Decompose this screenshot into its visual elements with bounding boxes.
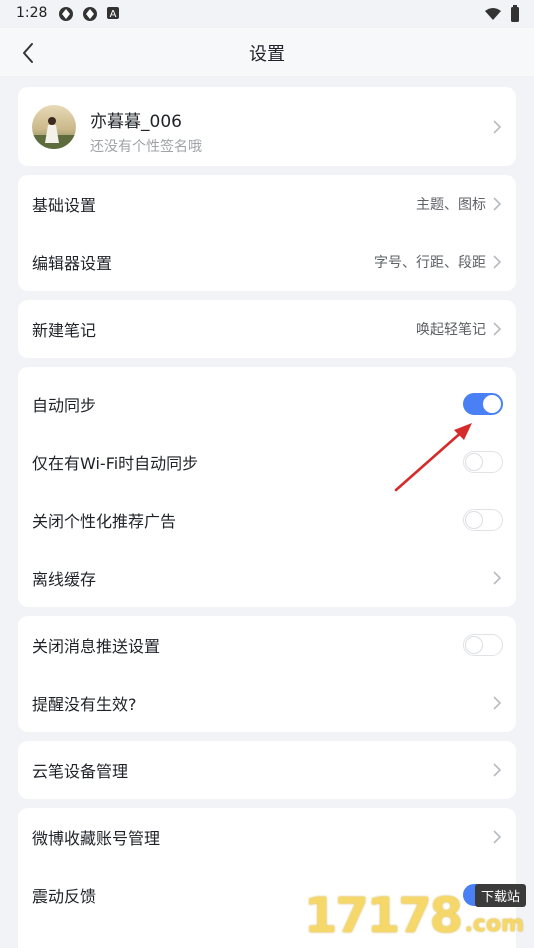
row-label: 震动反馈	[32, 887, 97, 906]
row-value: 字号、行距、段距	[374, 255, 486, 271]
status-time: 1:28	[16, 5, 48, 21]
pen-card: 云笔设备管理	[18, 741, 516, 799]
row-disable-push: 关闭消息推送设置	[18, 616, 516, 674]
sync-card: 自动同步 仅在有Wi-Fi时自动同步 关闭个性化推荐广告 离线缓存	[18, 367, 516, 607]
chevron-right-icon	[493, 197, 502, 211]
row-label: 关闭个性化推荐广告	[32, 512, 177, 531]
row-label: 离线缓存	[32, 570, 97, 589]
chevron-right-icon	[493, 696, 502, 710]
profile-signature: 还没有个性签名哦	[90, 139, 202, 155]
chevron-right-icon	[493, 763, 502, 777]
row-label: 基础设置	[32, 196, 97, 215]
row-new-note[interactable]: 新建笔记 唤起轻笔记	[18, 300, 516, 358]
toggle-knob	[483, 395, 501, 413]
misc-card: 微博收藏账号管理 震动反馈	[18, 808, 516, 948]
svg-text:A: A	[110, 9, 117, 20]
row-label: 编辑器设置	[32, 254, 113, 273]
profile-card[interactable]: 亦暮暮_006 还没有个性签名哦	[18, 87, 516, 166]
wifi-only-sync-toggle[interactable]	[463, 451, 503, 473]
wifi-icon	[485, 8, 501, 20]
auto-sync-toggle[interactable]	[463, 393, 503, 415]
profile-name: 亦暮暮_006	[90, 112, 182, 132]
row-label: 新建笔记	[32, 321, 97, 340]
row-label: 微博收藏账号管理	[32, 829, 161, 848]
row-disable-personalized-ads: 关闭个性化推荐广告	[18, 491, 516, 549]
row-label: 提醒没有生效?	[32, 695, 137, 714]
avatar	[32, 105, 76, 149]
chevron-right-icon	[493, 830, 502, 844]
basic-settings-card: 基础设置 主题、图标 编辑器设置 字号、行距、段距	[18, 175, 516, 291]
chevron-right-icon	[493, 322, 502, 336]
battery-icon	[511, 5, 519, 22]
row-basic-settings[interactable]: 基础设置 主题、图标	[18, 175, 516, 233]
chevron-right-icon	[493, 571, 502, 585]
row-editor-settings[interactable]: 编辑器设置 字号、行距、段距	[18, 233, 516, 291]
row-value: 主题、图标	[416, 197, 486, 213]
row-label: 仅在有Wi-Fi时自动同步	[32, 454, 199, 473]
status-icons-left: A	[58, 6, 120, 22]
chevron-right-icon	[493, 119, 502, 134]
status-bar: 1:28 A	[0, 0, 534, 28]
app-icon-2	[83, 7, 97, 21]
toggle-knob	[465, 511, 483, 529]
row-offline-cache[interactable]: 离线缓存	[18, 549, 516, 607]
avatar-image	[32, 105, 76, 149]
row-label: 关闭消息推送设置	[32, 637, 161, 656]
row-wifi-only-sync: 仅在有Wi-Fi时自动同步	[18, 433, 516, 491]
status-icons-right	[484, 5, 520, 23]
disable-push-toggle[interactable]	[463, 634, 503, 656]
row-pen-device-management[interactable]: 云笔设备管理	[18, 741, 516, 799]
toggle-knob	[483, 886, 501, 904]
row-reminder-not-working[interactable]: 提醒没有生效?	[18, 674, 516, 732]
chevron-right-icon	[493, 255, 502, 269]
notification-a-icon: A	[107, 7, 119, 20]
row-label: 自动同步	[32, 396, 97, 415]
page-title: 设置	[249, 44, 285, 65]
app-icon-1	[59, 7, 73, 21]
toggle-knob	[465, 636, 483, 654]
toggle-knob	[465, 453, 483, 471]
vibration-feedback-toggle[interactable]	[463, 884, 503, 906]
row-auto-sync: 自动同步	[18, 375, 516, 433]
row-label: 云笔设备管理	[32, 762, 129, 781]
row-weibo-account-management[interactable]: 微博收藏账号管理	[18, 808, 516, 866]
row-vibration-feedback: 震动反馈	[18, 866, 516, 924]
row-value: 唤起轻笔记	[416, 322, 486, 338]
nav-bar: 设置	[0, 28, 534, 76]
push-card: 关闭消息推送设置 提醒没有生效?	[18, 616, 516, 732]
new-note-card: 新建笔记 唤起轻笔记	[18, 300, 516, 358]
disable-ads-toggle[interactable]	[463, 509, 503, 531]
